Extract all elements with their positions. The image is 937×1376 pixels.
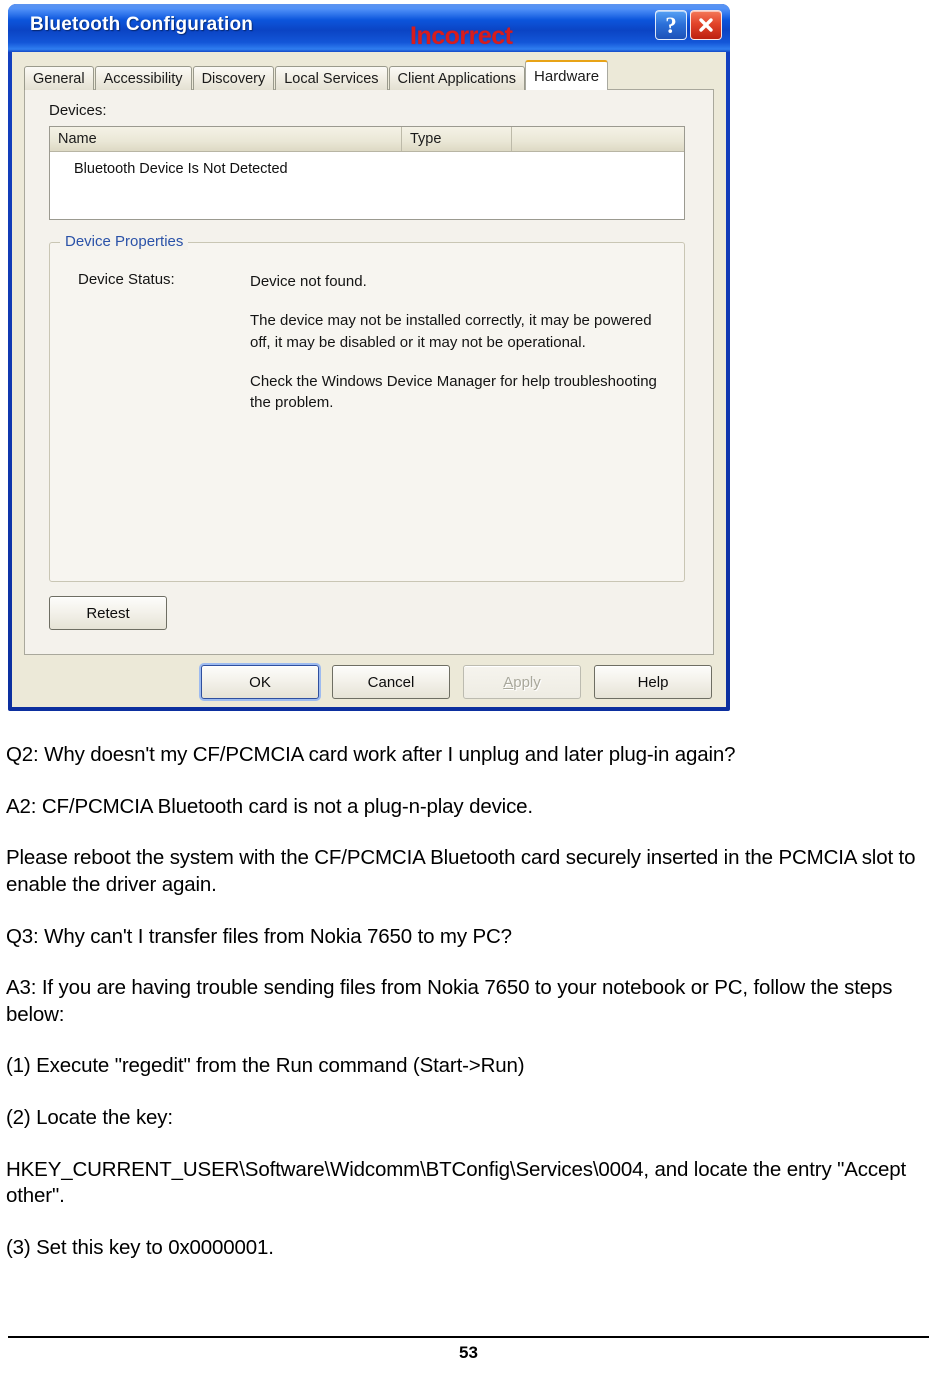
devices-list-header: Name Type	[50, 127, 684, 152]
tab-general-label: General	[33, 70, 85, 87]
paragraph-a3: A3: If you are having trouble sending fi…	[6, 976, 893, 1026]
cancel-button[interactable]: Cancel	[332, 665, 450, 699]
window-title: Bluetooth Configuration	[30, 14, 254, 35]
devices-list[interactable]: Name Type Bluetooth Device Is Not Detect…	[49, 126, 685, 220]
close-icon[interactable]	[690, 10, 722, 40]
dialog-button-row: OK Cancel Apply Help	[201, 665, 712, 699]
tab-discovery-label: Discovery	[201, 70, 266, 87]
title-bar-buttons: ?	[655, 10, 722, 40]
annotation-incorrect: Incorrect	[410, 22, 513, 50]
paragraph-a2-detail: Please reboot the system with the CF/PCM…	[6, 846, 916, 896]
retest-button-label: Retest	[86, 604, 130, 622]
tab-client-applications[interactable]: Client Applications	[388, 66, 526, 90]
tab-accessibility[interactable]: Accessibility	[94, 66, 192, 90]
apply-button: Apply	[463, 665, 581, 699]
devices-list-body: Bluetooth Device Is Not Detected	[50, 152, 684, 180]
tab-accessibility-label: Accessibility	[103, 70, 183, 87]
paragraph-step-3: (3) Set this key to 0x0000001.	[6, 1236, 274, 1260]
paragraph-a2: A2: CF/PCMCIA Bluetooth card is not a pl…	[6, 794, 533, 818]
window-frame: Bluetooth Configuration ? Incorrect Gene…	[8, 4, 730, 711]
bluetooth-configuration-dialog-screenshot: Bluetooth Configuration ? Incorrect Gene…	[8, 4, 730, 711]
device-status-value: Device not found. The device may not be …	[250, 271, 670, 413]
paragraph-step-2: (2) Locate the key:	[6, 1106, 173, 1130]
tab-hardware[interactable]: Hardware	[525, 60, 609, 90]
tab-client-applications-label: Client Applications	[397, 70, 517, 87]
ok-button-label: OK	[249, 673, 271, 691]
device-status-line-3: Check the Windows Device Manager for hel…	[250, 372, 657, 412]
document-body: Q2: Why doesn't my CF/PCMCIA card work a…	[6, 742, 931, 1287]
column-header-filler	[512, 127, 684, 151]
paragraph-q2: Q2: Why doesn't my CF/PCMCIA card work a…	[6, 743, 736, 766]
device-status-label: Device Status:	[78, 271, 175, 288]
device-status-line-1: Device not found.	[250, 273, 367, 290]
tab-strip: General Accessibility Discovery Local Se…	[24, 60, 714, 90]
tab-local-services-label: Local Services	[284, 70, 379, 87]
paragraph-q3: Q3: Why can't I transfer files from Noki…	[6, 924, 512, 948]
devices-label: Devices:	[49, 102, 107, 119]
column-header-type[interactable]: Type	[402, 127, 512, 151]
device-name-cell: Bluetooth Device Is Not Detected	[74, 161, 288, 177]
tab-general[interactable]: General	[24, 66, 94, 90]
help-button-label: Help	[637, 673, 669, 691]
tab-discovery[interactable]: Discovery	[192, 66, 275, 90]
close-icon-glyph	[699, 18, 713, 32]
device-properties-group: Device Properties Device Status: Device …	[49, 233, 685, 582]
ok-button[interactable]: OK	[201, 665, 319, 699]
help-button[interactable]: Help	[594, 665, 712, 699]
paragraph-step-1: (1) Execute "regedit" from the Run comma…	[6, 1054, 525, 1078]
tab-local-services[interactable]: Local Services	[275, 66, 388, 90]
device-status-line-2: The device may not be installed correctl…	[250, 312, 652, 351]
apply-button-label: pply	[513, 673, 541, 691]
footer-divider	[8, 1336, 929, 1338]
paragraph-registry-key: HKEY_CURRENT_USER\Software\Widcomm\BTCon…	[6, 1157, 907, 1208]
column-header-name[interactable]: Name	[50, 127, 402, 151]
title-bar: Bluetooth Configuration ?	[8, 4, 730, 52]
table-row[interactable]: Bluetooth Device Is Not Detected	[50, 158, 684, 180]
apply-button-accelerator: A	[503, 673, 514, 691]
device-properties-legend: Device Properties	[60, 233, 189, 250]
help-icon[interactable]: ?	[655, 10, 687, 40]
tab-hardware-label: Hardware	[534, 67, 600, 85]
retest-button[interactable]: Retest	[49, 596, 167, 630]
dialog-client-area: General Accessibility Discovery Local Se…	[12, 52, 726, 707]
help-icon-glyph: ?	[665, 12, 677, 38]
hardware-tab-page: Devices: Name Type Bluetooth Device Is N…	[24, 89, 714, 655]
page-number: 53	[459, 1343, 478, 1362]
cancel-button-label: Cancel	[367, 673, 415, 691]
